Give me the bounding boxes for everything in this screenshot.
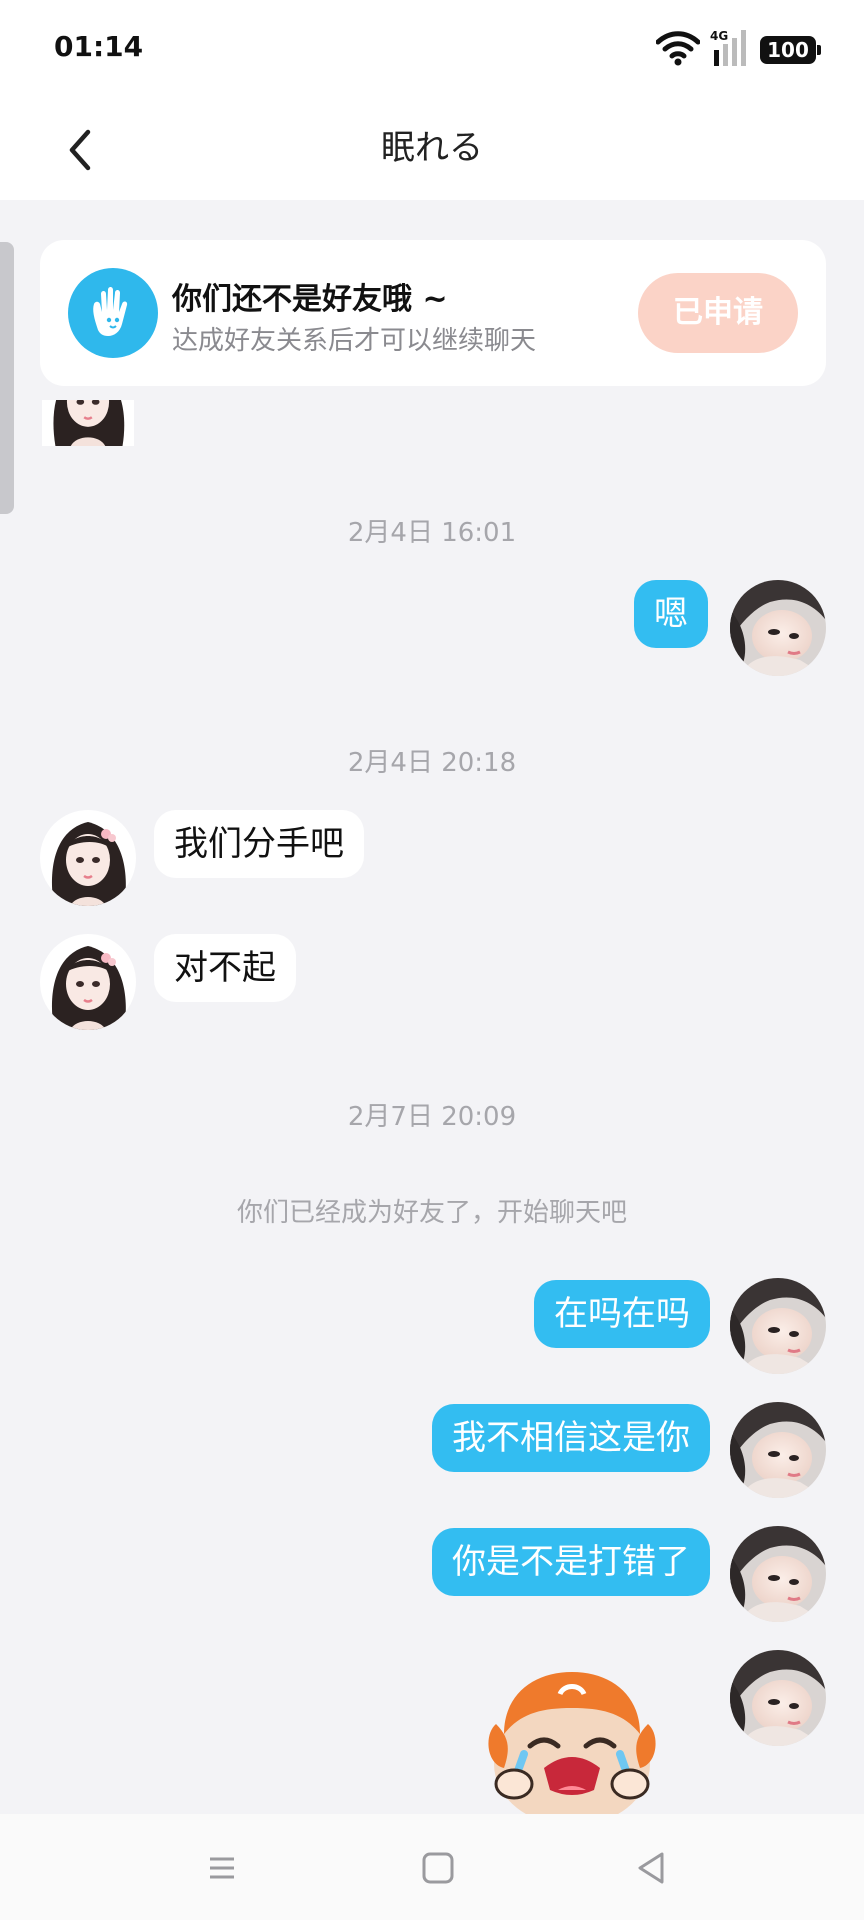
system-notice: 你们已经成为好友了，开始聊天吧	[236, 1198, 627, 1228]
back-triangle-icon[interactable]	[628, 1844, 676, 1892]
message-bubble-outgoing[interactable]: 在吗在吗	[534, 1280, 710, 1348]
home-icon[interactable]	[414, 1844, 462, 1892]
message-bubble-outgoing[interactable]: 你是不是打错了	[432, 1528, 710, 1596]
status-bar: 01:14 4G 100	[0, 0, 864, 100]
status-time: 01:14	[54, 30, 144, 63]
message-bubble-outgoing[interactable]: 我不相信这是你	[432, 1404, 710, 1472]
wifi-icon	[656, 31, 700, 66]
chat-header: 眠れる	[0, 100, 864, 200]
waving-hand-icon	[68, 268, 158, 358]
avatar[interactable]	[730, 1402, 826, 1498]
avatar[interactable]	[42, 400, 134, 448]
message-bubble-incoming[interactable]: 我们分手吧	[154, 810, 364, 878]
network-type-label: 4G	[710, 29, 728, 43]
avatar[interactable]	[40, 810, 136, 906]
avatar[interactable]	[730, 1650, 826, 1746]
banner-title: 你们还不是好友哦 ~	[172, 282, 448, 317]
cell-signal-icon: 4G	[710, 29, 746, 66]
banner-subtitle: 达成好友关系后才可以继续聊天	[172, 326, 537, 356]
crying-cartoon-sticker[interactable]	[474, 1664, 670, 1814]
avatar[interactable]	[730, 1278, 826, 1374]
avatar[interactable]	[40, 934, 136, 1030]
page-title: 眠れる	[381, 128, 483, 168]
friend-request-banner: 你们还不是好友哦 ~ 达成好友关系后才可以继续聊天 已申请	[40, 240, 826, 386]
scrollbar[interactable]	[0, 242, 14, 514]
avatar[interactable]	[730, 580, 826, 676]
friend-request-applied-button[interactable]: 已申请	[638, 273, 798, 353]
menu-icon[interactable]	[198, 1844, 246, 1892]
message-timestamp: 2月4日 16:01	[347, 518, 517, 548]
message-bubble-incoming[interactable]: 对不起	[154, 934, 296, 1002]
message-timestamp: 2月7日 20:09	[347, 1102, 517, 1132]
battery-icon: 100	[760, 36, 821, 64]
message-bubble-outgoing[interactable]: 嗯	[634, 580, 708, 648]
system-navigation-bar	[0, 1814, 864, 1920]
avatar[interactable]	[730, 1526, 826, 1622]
message-timestamp: 2月4日 20:18	[347, 748, 517, 778]
